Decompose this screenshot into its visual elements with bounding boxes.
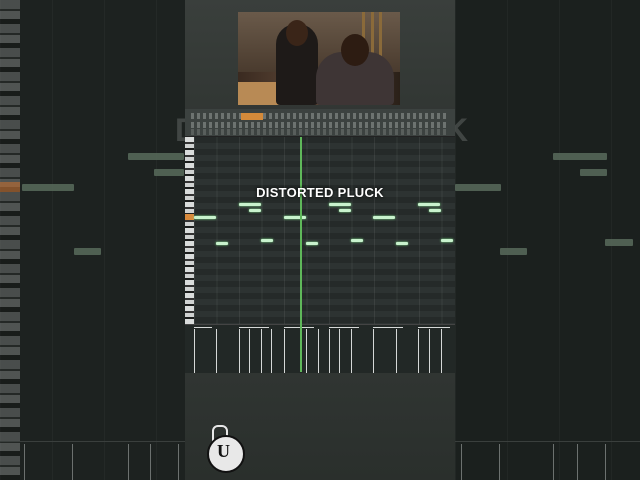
note[interactable]	[429, 209, 441, 212]
background-note	[605, 239, 633, 246]
background-letter: D	[175, 112, 185, 149]
note[interactable]	[418, 203, 440, 206]
playhead[interactable]	[300, 137, 302, 372]
background-right: K	[455, 0, 640, 480]
note[interactable]	[441, 239, 453, 242]
velocity-lane[interactable]	[185, 324, 455, 373]
note[interactable]	[396, 242, 408, 245]
note[interactable]	[284, 216, 306, 219]
background-left: D	[0, 0, 185, 480]
note[interactable]	[373, 216, 395, 219]
piano-roll[interactable]	[185, 137, 455, 324]
daw-toolbar[interactable]	[185, 109, 455, 137]
background-note	[553, 153, 607, 160]
piano-keyboard[interactable]	[185, 137, 194, 324]
toolbar-tools-row[interactable]	[191, 122, 449, 128]
background-note	[455, 184, 501, 191]
video-caption: DISTORTED PLUCK	[256, 185, 384, 200]
note[interactable]	[306, 242, 318, 245]
u-disc-logo-icon: U	[205, 425, 245, 473]
background-note	[154, 169, 184, 176]
note[interactable]	[339, 209, 351, 212]
note[interactable]	[239, 203, 261, 206]
background-note	[580, 169, 607, 176]
note[interactable]	[216, 242, 228, 245]
background-note	[74, 248, 101, 255]
background-velocity-lane	[0, 441, 185, 480]
background-key-highlight	[0, 182, 20, 192]
note[interactable]	[194, 216, 216, 219]
toolbar-timeline-row[interactable]	[191, 129, 449, 135]
note[interactable]	[261, 239, 273, 242]
background-note	[500, 248, 527, 255]
toolbar-tempo-display[interactable]	[241, 113, 263, 120]
video-frame: DISTORTED PLUCK U	[185, 0, 455, 480]
background-piano-keys	[0, 0, 20, 480]
piano-key-active	[185, 214, 194, 220]
background-note	[128, 153, 184, 160]
note[interactable]	[249, 209, 261, 212]
note[interactable]	[351, 239, 363, 242]
note[interactable]	[329, 203, 351, 206]
toolbar-buttons-row[interactable]	[191, 113, 449, 119]
background-letter: K	[455, 112, 469, 148]
background-velocity-lane	[455, 441, 640, 480]
background-note	[22, 184, 74, 191]
piano-roll-grid[interactable]	[194, 137, 455, 324]
background-grid	[0, 0, 185, 480]
webcam-feed	[238, 12, 400, 105]
